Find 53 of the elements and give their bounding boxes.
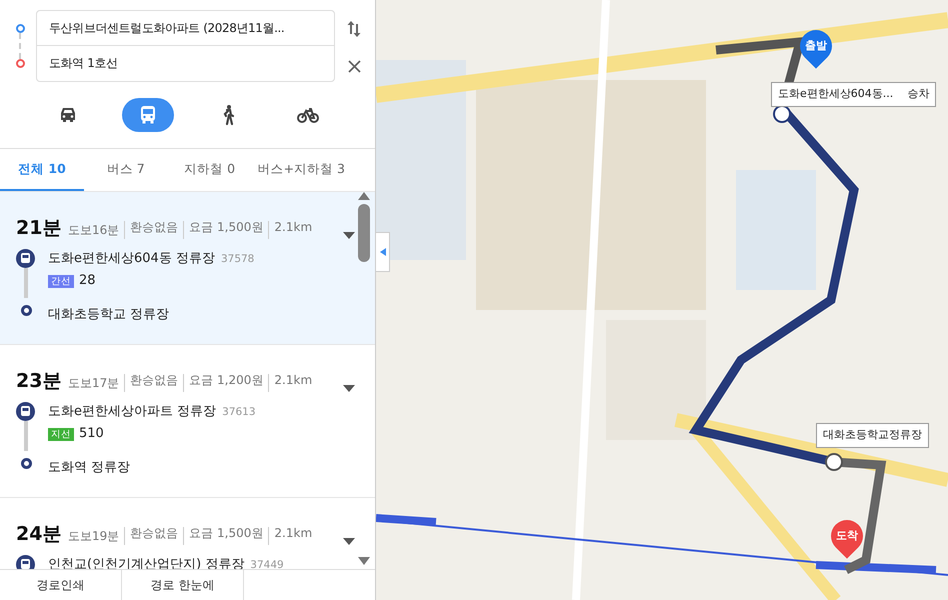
collapse-panel-button[interactable]: [376, 232, 390, 272]
route-detail: 요금 1,200원: [183, 374, 264, 392]
route-detail: 환승없음: [124, 374, 178, 392]
callout-stop: 도화e편한세상604동...: [778, 86, 894, 102]
swap-icon[interactable]: [347, 20, 361, 38]
bus-stop-icon: [16, 554, 35, 569]
scrollbar-thumb[interactable]: [358, 204, 370, 262]
origin-field[interactable]: 두산위브더센트럴도화아파트 (2028년11월...: [36, 10, 335, 46]
route-detail: 환승없음: [124, 527, 178, 545]
expand-caret-icon[interactable]: [343, 384, 355, 392]
alighting-stop: 대화초등학교 정류장: [48, 306, 170, 322]
scroll-up-icon[interactable]: [358, 192, 370, 200]
expand-caret-icon[interactable]: [343, 538, 355, 545]
bus-number: 510: [79, 426, 104, 442]
route-detail: 요금 1,500원: [183, 221, 264, 239]
stop-number: 37578: [220, 252, 254, 264]
origin-dot-icon: [16, 24, 24, 33]
boarding-stop: 도화e편한세상604동 정류장: [48, 250, 215, 266]
stop-number: 37613: [222, 406, 256, 418]
destination-field[interactable]: 도화역 1호선: [36, 46, 335, 82]
route-detail: 도보16분: [68, 222, 120, 239]
alighting-callout: 대화초등학교정류장: [816, 423, 929, 448]
route-detail: 환승없음: [124, 221, 178, 239]
travel-time: 21분: [16, 216, 62, 241]
route-detail: 2.1km: [268, 221, 312, 239]
close-icon[interactable]: [348, 60, 360, 72]
route-card[interactable]: 21분 도보16분 환승없음 요금 1,500원 2.1km 도화e편한세상604동 정류장 37578 간선 28 대화초등학교 정류장: [0, 192, 375, 345]
travel-time: 23분: [16, 369, 62, 394]
route-detail: 2.1km: [268, 527, 312, 545]
destination-dot-icon: [16, 59, 24, 68]
route-card[interactable]: 23분 도보17분 환승없음 요금 1,200원 2.1km 도화e편한세상아파트 정류장 37613 지선 510 도화역 정류장: [0, 345, 375, 498]
filter-tab[interactable]: 지하철 0: [168, 149, 252, 191]
stop-number: 37449: [250, 558, 284, 569]
filter-tab[interactable]: 버스 7: [84, 149, 168, 191]
alighting-stop: 도화역 정류장: [48, 460, 130, 474]
scroll-down-icon[interactable]: [358, 557, 370, 565]
bus-number: 28: [79, 273, 96, 288]
boarding-stop: 도화e편한세상아파트 정류장: [48, 404, 216, 418]
travel-time: 24분: [16, 522, 62, 547]
bus-stop-icon: [16, 402, 35, 420]
route-detail: 도보17분: [68, 375, 120, 392]
route-detail: 요금 1,500원: [183, 527, 264, 545]
filter-tab[interactable]: 버스+지하철 3: [252, 149, 351, 191]
bus-stop-icon: [16, 248, 35, 268]
expand-caret-icon[interactable]: [343, 232, 355, 239]
route-detail: 도보19분: [68, 528, 120, 545]
bus-type-tag: 간선: [48, 275, 74, 288]
route-detail: 2.1km: [268, 374, 312, 392]
collapse-arrow-icon: [380, 248, 386, 256]
alighting-stop-icon: [20, 304, 32, 316]
callout-action: 승차: [907, 86, 930, 102]
bus-type-tag: 지선: [48, 428, 74, 442]
alighting-stop-icon: [20, 458, 32, 468]
